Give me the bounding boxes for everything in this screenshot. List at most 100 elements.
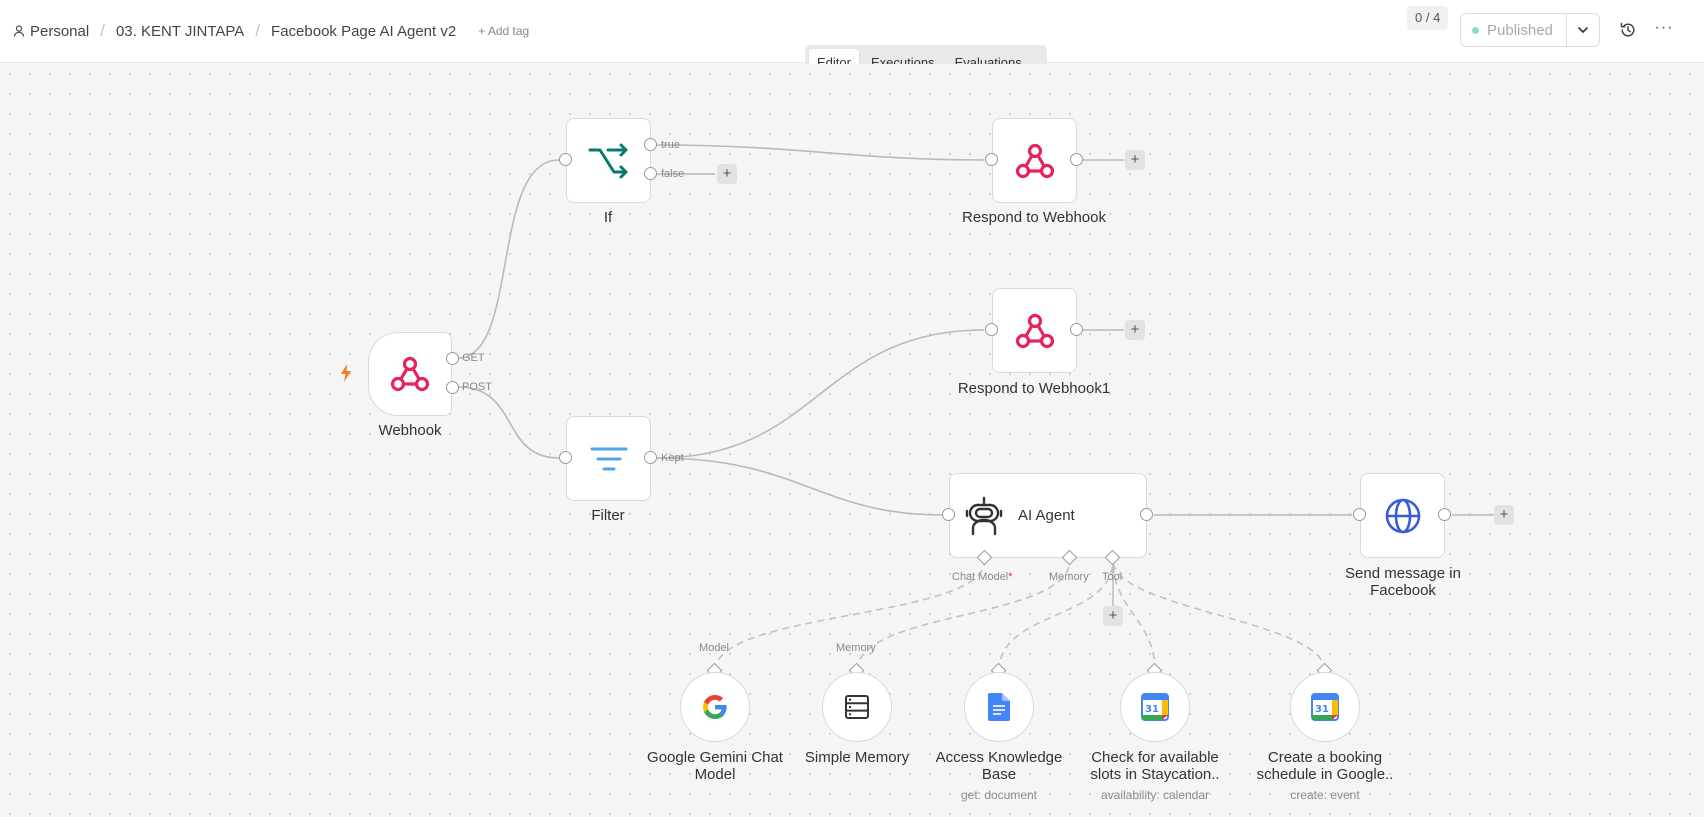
ai-agent-output[interactable] <box>1140 508 1153 521</box>
if-output-false-label: false <box>661 168 685 180</box>
more-icon[interactable]: ··· <box>1654 20 1674 40</box>
respond-webhook-output[interactable] <box>1070 153 1083 166</box>
breadcrumb-separator: / <box>100 21 105 40</box>
respond-webhook1-add-button[interactable]: + <box>1125 320 1145 340</box>
check-slots-operation: availability: calendar <box>1100 788 1210 802</box>
status-dot <box>1472 26 1479 34</box>
check-slots-node[interactable]: 31 <box>1120 672 1190 742</box>
respond-webhook-node[interactable] <box>992 118 1077 203</box>
respond-webhook1-label: Respond to Webhook1 <box>957 380 1111 397</box>
if-label: If <box>603 209 613 226</box>
if-output-false[interactable] <box>644 167 657 180</box>
webhook-icon <box>1015 313 1054 348</box>
knowledge-base-label-line2: Base <box>981 766 1017 783</box>
if-output-true-label: true <box>661 139 680 151</box>
if-input[interactable] <box>559 153 572 166</box>
create-booking-label-line1: Create a booking <box>1267 749 1383 766</box>
add-tag-button[interactable]: + Add tag <box>478 24 529 38</box>
filter-input[interactable] <box>559 451 572 464</box>
webhook-node[interactable] <box>368 332 452 416</box>
breadcrumb: Personal / 03. KENT JINTAPA / Facebook P… <box>12 21 529 41</box>
respond-webhook-label: Respond to Webhook <box>962 209 1106 226</box>
create-booking-operation: create: event <box>1290 788 1360 802</box>
webhook-icon <box>390 356 430 392</box>
simple-memory-node[interactable] <box>822 672 892 742</box>
ai-agent-node[interactable]: AI Agent <box>949 473 1147 558</box>
ai-agent-chat-model-label: Chat Model* <box>952 571 1013 583</box>
check-slots-label: Check for available slots in Staycation.… <box>1070 749 1240 783</box>
gemini-label: Google Gemini Chat Model <box>635 749 795 783</box>
respond-webhook-input[interactable] <box>985 153 998 166</box>
ai-agent-input[interactable] <box>942 508 955 521</box>
publish-options-button[interactable] <box>1567 14 1599 46</box>
if-output-true[interactable] <box>644 138 657 151</box>
breadcrumb-separator: / <box>255 21 261 40</box>
filter-output-kept[interactable] <box>644 451 657 464</box>
breadcrumb-owner[interactable]: Personal <box>30 23 89 40</box>
database-icon <box>845 695 869 719</box>
workflow-name[interactable]: Facebook Page AI Agent v2 <box>271 23 456 40</box>
branch-icon <box>588 143 627 178</box>
send-message-label-line2: Facebook <box>1370 582 1436 599</box>
send-message-label-line1: Send message in <box>1345 565 1461 582</box>
respond-webhook1-output[interactable] <box>1070 323 1083 336</box>
if-node[interactable] <box>566 118 651 203</box>
gemini-label-line2: Model <box>694 766 736 783</box>
google-calendar-icon: 31 <box>1141 693 1169 721</box>
knowledge-base-node[interactable] <box>964 672 1034 742</box>
create-booking-label: Create a booking schedule in Google.. <box>1240 749 1410 783</box>
filter-label: Filter <box>591 507 625 524</box>
globe-icon <box>1385 498 1420 533</box>
knowledge-base-label: Access Knowledge Base <box>924 749 1074 783</box>
history-icon[interactable] <box>1618 20 1638 40</box>
gemini-label-line1: Google Gemini Chat <box>647 749 783 766</box>
publish-control: Published <box>1460 13 1600 47</box>
check-slots-label-line2: slots in Staycation.. <box>1090 766 1220 783</box>
gemini-port-label: Model <box>699 642 729 654</box>
chat-model-label-text: Chat Model <box>952 571 1009 583</box>
webhook-output-get-label: GET <box>462 352 485 364</box>
knowledge-base-operation: get: document <box>960 788 1038 802</box>
published-label: Published <box>1487 21 1553 39</box>
respond-webhook1-node[interactable] <box>992 288 1077 373</box>
send-message-add-button[interactable]: + <box>1494 505 1514 525</box>
send-message-input[interactable] <box>1353 508 1366 521</box>
check-slots-label-line1: Check for available <box>1091 749 1219 766</box>
respond-webhook1-input[interactable] <box>985 323 998 336</box>
send-message-node[interactable] <box>1360 473 1445 558</box>
webhook-output-get[interactable] <box>446 352 459 365</box>
breadcrumb-folder[interactable]: 03. KENT JINTAPA <box>116 23 244 40</box>
send-message-label: Send message in Facebook <box>1328 565 1478 599</box>
version-counter: 0 / 4 <box>1407 6 1449 30</box>
ai-agent-label: AI Agent <box>1018 507 1075 524</box>
webhook-icon <box>1015 143 1054 178</box>
gemini-node[interactable] <box>680 672 750 742</box>
required-marker: * <box>1008 571 1013 583</box>
knowledge-base-label-line1: Access Knowledge <box>935 749 1063 766</box>
simple-memory-label: Simple Memory <box>804 749 910 766</box>
filter-output-kept-label: Kept <box>661 452 684 464</box>
filter-node[interactable] <box>566 416 651 501</box>
memory-port-label: Memory <box>836 642 876 654</box>
create-booking-node[interactable]: 31 <box>1290 672 1360 742</box>
ai-agent-memory-label: Memory <box>1049 571 1089 583</box>
create-booking-label-line2: schedule in Google.. <box>1256 766 1394 783</box>
robot-icon <box>965 496 1003 535</box>
webhook-output-post-label: POST <box>462 381 492 393</box>
webhook-output-post[interactable] <box>446 381 459 394</box>
person-icon <box>13 25 25 37</box>
send-message-output[interactable] <box>1438 508 1451 521</box>
lightning-icon <box>341 364 351 382</box>
webhook-label: Webhook <box>378 422 442 439</box>
svg-text:31: 31 <box>1315 704 1329 715</box>
ai-agent-add-tool-button[interactable]: + <box>1103 606 1123 626</box>
published-button[interactable]: Published <box>1461 14 1567 46</box>
filter-icon <box>590 447 627 470</box>
if-false-add-button[interactable]: + <box>717 164 737 184</box>
svg-text:31: 31 <box>1145 704 1159 715</box>
google-docs-icon <box>988 693 1010 721</box>
google-icon <box>703 695 727 719</box>
google-calendar-icon: 31 <box>1311 693 1339 721</box>
ai-agent-tool-label: Tool <box>1102 571 1123 583</box>
respond-webhook-add-button[interactable]: + <box>1125 150 1145 170</box>
